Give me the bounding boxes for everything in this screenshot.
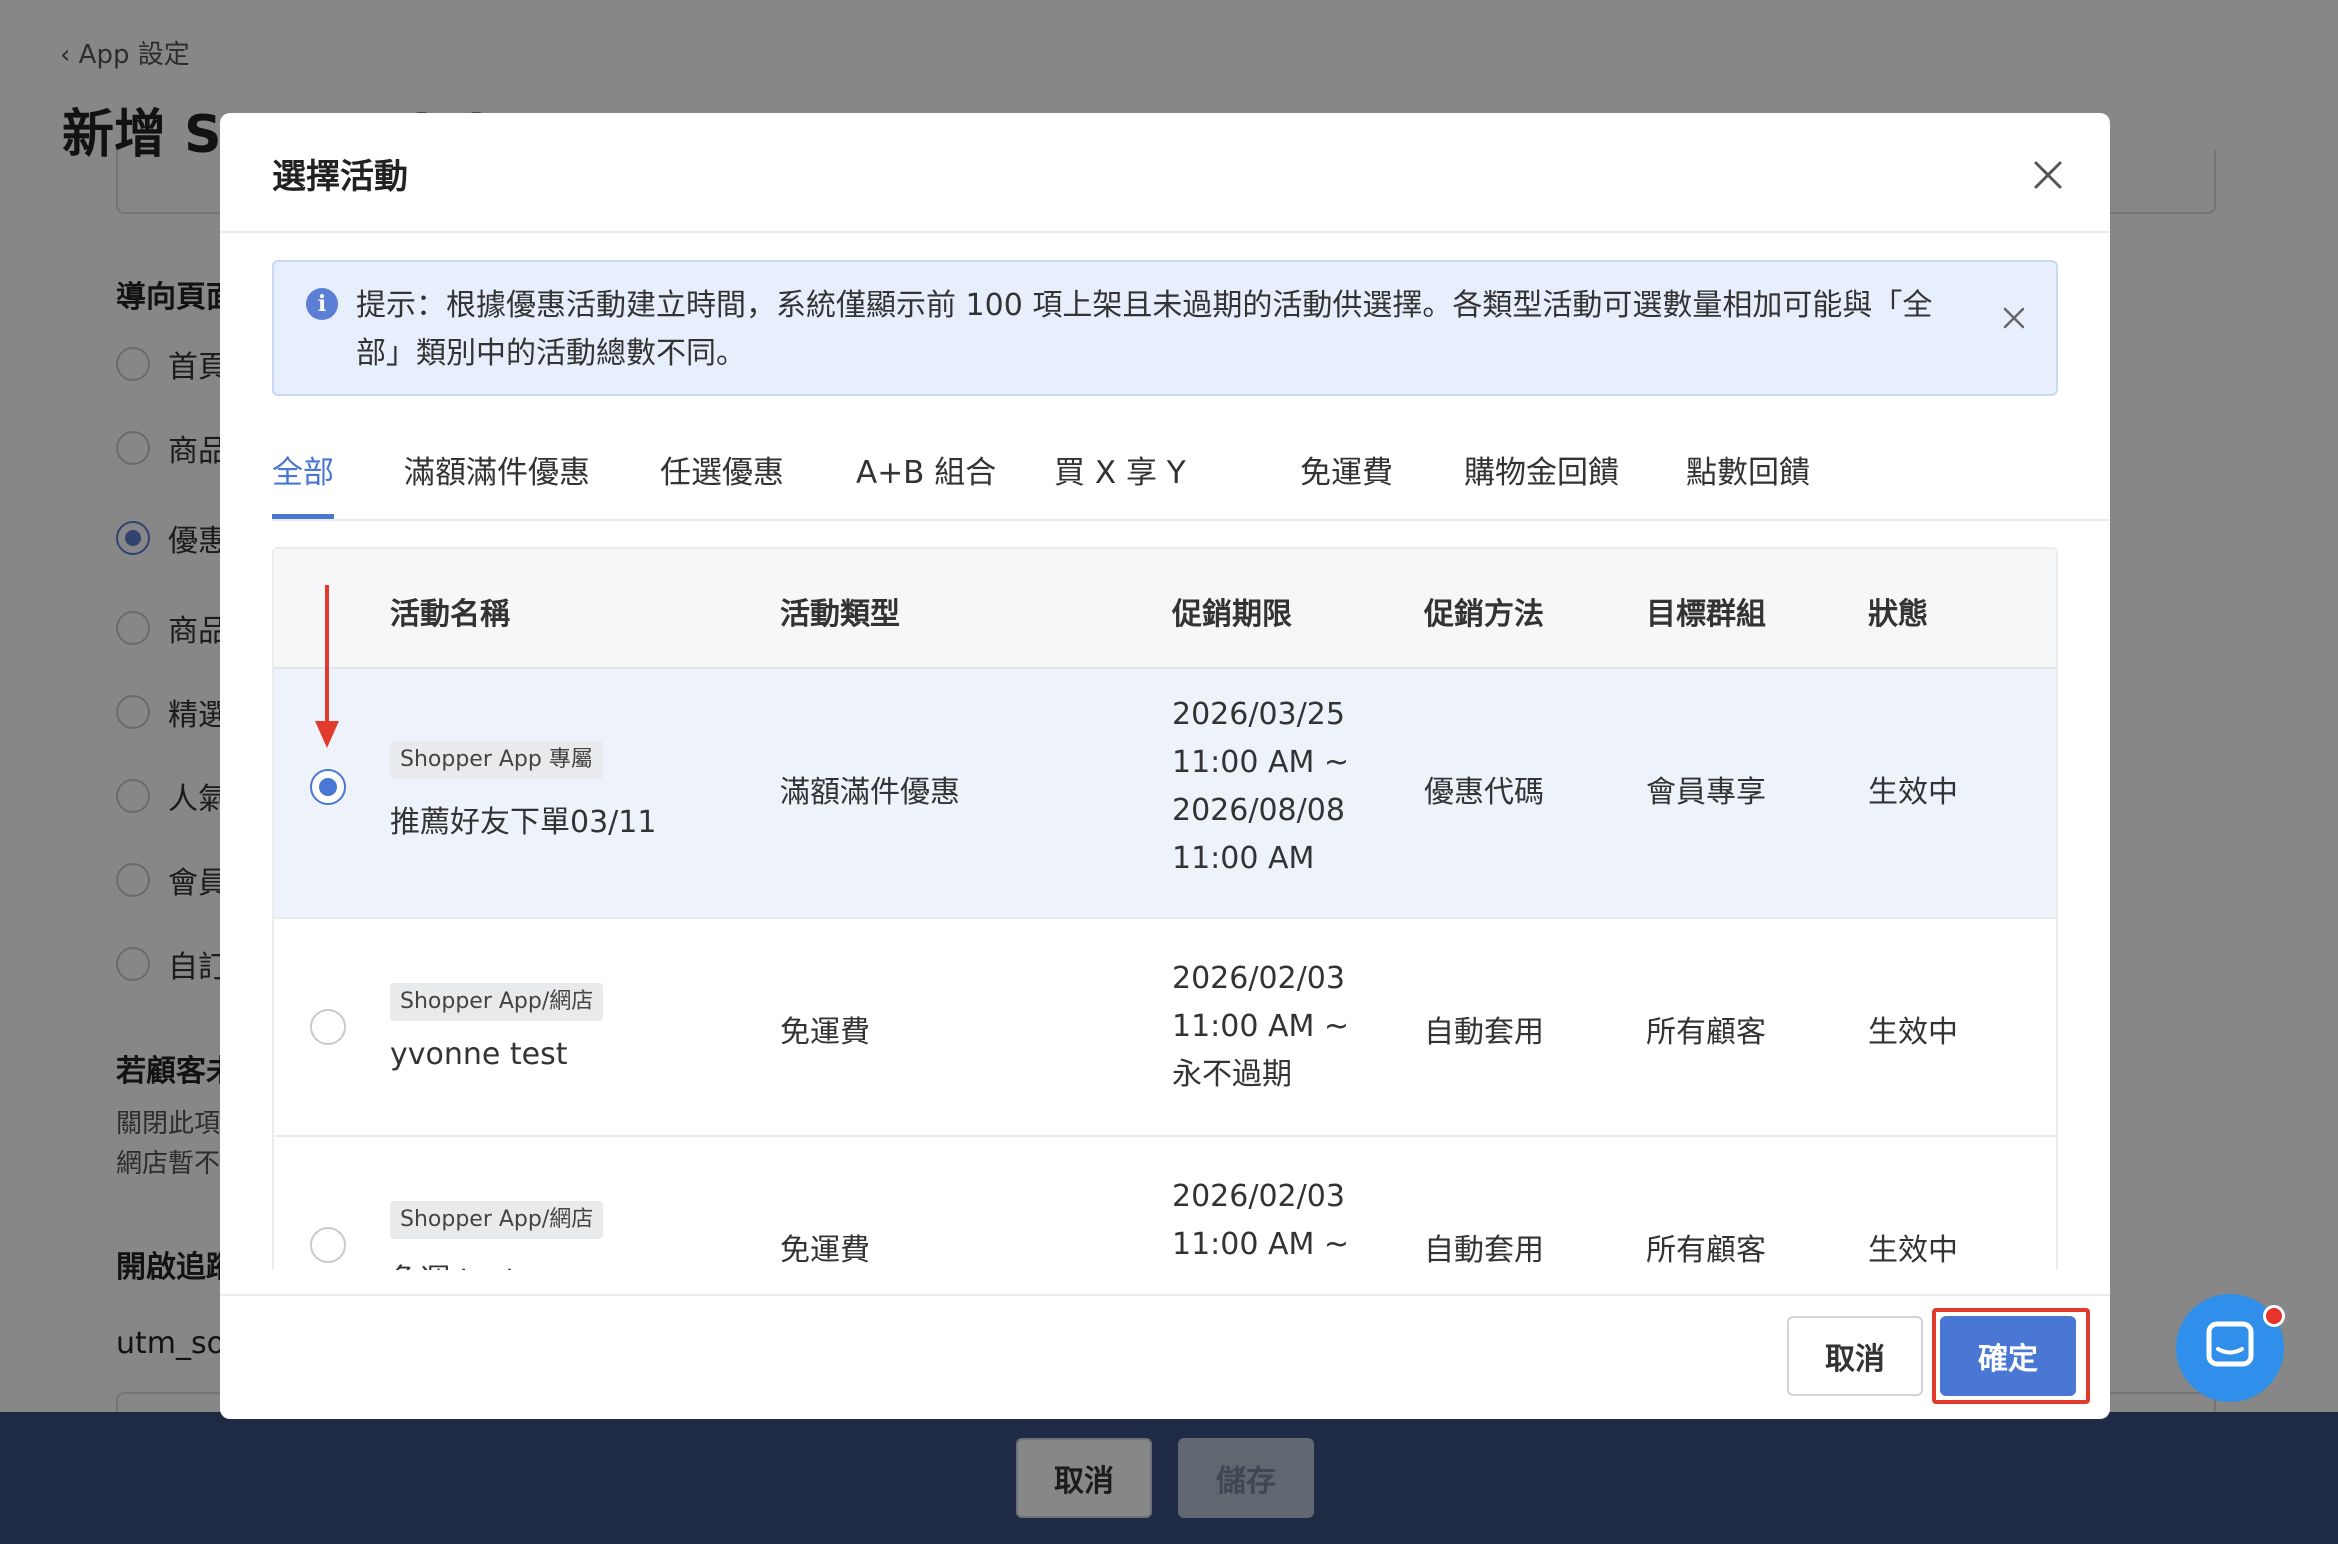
promo-method: 自動套用 — [1424, 1015, 1544, 1050]
row-radio[interactable] — [310, 1009, 346, 1045]
channel-badge: Shopper App/網店 — [390, 1201, 604, 1239]
modal-header: 選擇活動 — [220, 113, 2110, 233]
tab-pick-any[interactable]: 任選優惠 — [660, 447, 784, 519]
header-campaign-type: 活動類型 — [780, 597, 900, 632]
campaign-name: yvonne test — [390, 1037, 568, 1072]
select-campaign-modal: 選擇活動 i 提示：根據優惠活動建立時間，系統僅顯示前 100 項上架且未過期的… — [220, 113, 2110, 1419]
period-line: 11:00 AM — [1172, 841, 1315, 876]
notice-close-icon[interactable] — [2000, 304, 2028, 332]
modal-confirm-button[interactable]: 確定 — [1940, 1316, 2076, 1396]
tab-label: 全部 — [272, 455, 334, 491]
status-text: 生效中 — [1868, 775, 1958, 810]
campaign-name: 推薦好友下單03/11 — [390, 805, 657, 840]
promo-period: 2026/03/25 11:00 AM ~ 2026/08/08 11:00 A… — [1172, 691, 1349, 883]
header-promo-method: 促銷方法 — [1424, 597, 1544, 632]
period-line: 11:00 AM ~ — [1172, 1009, 1350, 1044]
campaign-table[interactable]: 活動名稱 活動類型 促銷期限 促銷方法 目標群組 狀態 Shopper App … — [272, 547, 2058, 1270]
tab-threshold-discount[interactable]: 滿額滿件優惠 — [404, 447, 590, 519]
period-line: 2026/08/08 — [1172, 793, 1345, 828]
period-line: 2026/03/25 — [1172, 697, 1345, 732]
campaign-type-tabs: 全部 滿額滿件優惠 任選優惠 A+B 組合 買 X 享 Y 免運費 購物金回饋 … — [272, 433, 2110, 521]
promo-period: 2026/02/03 11:00 AM ~ — [1172, 1173, 1349, 1269]
modal-footer: 取消 確定 — [220, 1294, 2110, 1419]
target-group: 所有顧客 — [1646, 1015, 1766, 1050]
period-line: 2026/02/03 — [1172, 961, 1345, 996]
status-text: 生效中 — [1868, 1015, 1958, 1050]
notice-text: 提示：根據優惠活動建立時間，系統僅顯示前 100 項上架且未過期的活動供選擇。各… — [356, 288, 1933, 371]
notice-banner: i 提示：根據優惠活動建立時間，系統僅顯示前 100 項上架且未過期的活動供選擇… — [272, 260, 2058, 396]
table-header: 活動名稱 活動類型 促銷期限 促銷方法 目標群組 狀態 — [274, 549, 2056, 669]
promo-method: 自動套用 — [1424, 1233, 1544, 1268]
target-group: 會員專享 — [1646, 775, 1766, 810]
tab-all[interactable]: 全部 — [272, 447, 334, 519]
period-line: 11:00 AM ~ — [1172, 1227, 1350, 1262]
row-radio[interactable] — [310, 1227, 346, 1263]
campaign-name: 免運 test — [390, 1255, 517, 1270]
tab-buy-x-get-y[interactable]: 買 X 享 Y — [1054, 447, 1186, 519]
close-icon[interactable] — [2030, 157, 2066, 193]
header-campaign-name: 活動名稱 — [390, 597, 510, 632]
modal-cancel-button[interactable]: 取消 — [1787, 1316, 1923, 1396]
promo-period: 2026/02/03 11:00 AM ~ 永不過期 — [1172, 955, 1349, 1099]
header-target-group: 目標群組 — [1646, 597, 1766, 632]
promo-method: 優惠代碼 — [1424, 775, 1544, 810]
row-radio-selected[interactable] — [310, 769, 346, 805]
modal-title: 選擇活動 — [272, 157, 408, 197]
campaign-type: 免運費 — [780, 1015, 870, 1050]
table-row[interactable]: Shopper App/網店 yvonne test 免運費 2026/02/0… — [274, 919, 2056, 1137]
channel-badge: Shopper App/網店 — [390, 983, 604, 1021]
campaign-type: 滿額滿件優惠 — [780, 775, 960, 810]
table-row[interactable]: Shopper App/網店 免運 test 免運費 2026/02/03 11… — [274, 1137, 2056, 1270]
annotation-arrow-icon — [315, 585, 339, 748]
period-line: 11:00 AM ~ — [1172, 745, 1350, 780]
table-row[interactable]: Shopper App 專屬 推薦好友下單03/11 滿額滿件優惠 2026/0… — [274, 669, 2056, 919]
tab-active-indicator — [272, 514, 334, 519]
header-status: 狀態 — [1868, 597, 1928, 632]
tab-bundle[interactable]: A+B 組合 — [856, 447, 996, 519]
info-icon: i — [306, 288, 338, 320]
chat-notification-dot — [2263, 1305, 2285, 1327]
period-line: 2026/02/03 — [1172, 1179, 1345, 1214]
period-line: 永不過期 — [1172, 1057, 1292, 1092]
tab-free-shipping[interactable]: 免運費 — [1300, 447, 1393, 519]
status-text: 生效中 — [1868, 1233, 1958, 1268]
header-promo-period: 促銷期限 — [1172, 597, 1292, 632]
tab-points-reward[interactable]: 點數回饋 — [1686, 447, 1810, 519]
campaign-type: 免運費 — [780, 1233, 870, 1268]
target-group: 所有顧客 — [1646, 1233, 1766, 1268]
channel-badge: Shopper App 專屬 — [390, 741, 603, 779]
tab-credit-reward[interactable]: 購物金回饋 — [1464, 447, 1619, 519]
